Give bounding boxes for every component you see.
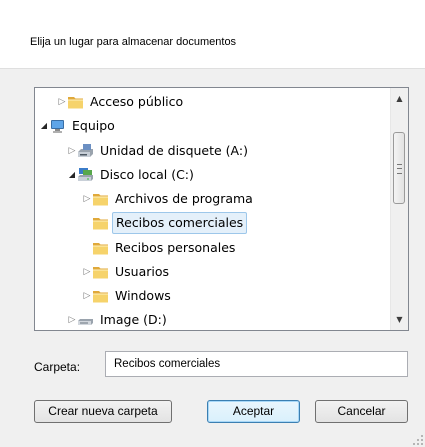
tree-item[interactable]: ▷ Archivos de programa [35,188,391,210]
scroll-up-arrow-icon[interactable]: ▲ [391,90,408,107]
expand-arrow-icon[interactable]: ▷ [67,140,77,162]
floppy-drive-icon [77,143,94,159]
folder-icon [67,94,84,110]
drive-icon [77,312,94,328]
folder-icon [92,264,109,280]
computer-icon [49,118,66,134]
tree-item[interactable]: Recibos personales [35,237,391,259]
folder-icon [92,215,109,231]
tree-item-label: Archivos de programa [115,191,253,206]
vertical-scrollbar[interactable]: ▲ ▼ [390,88,408,330]
local-disk-icon [77,167,94,183]
expanded-arrow-icon[interactable]: ◢ [39,115,49,137]
tree-item[interactable]: ◢ Equipo [35,115,391,137]
resize-grip-icon[interactable] [413,435,423,445]
new-folder-button[interactable]: Crear nueva carpeta [34,400,172,423]
instruction-text: Elija un lugar para almacenar documentos [30,36,237,48]
tree-item-label: Recibos comerciales [112,212,248,234]
expand-arrow-icon[interactable]: ▷ [82,285,92,307]
tree-item-label: Disco local (C:) [100,167,194,182]
scroll-down-arrow-icon[interactable]: ▼ [391,311,408,328]
folder-icon [92,288,109,304]
tree-item[interactable]: ▷ Unidad de disquete (A:) [35,140,391,162]
tree-item[interactable]: Recibos comerciales [35,212,391,234]
folder-icon [92,240,109,256]
tree-item-label: Image (D:) [100,312,167,327]
cancel-button[interactable]: Cancelar [315,400,408,423]
grip-icon [397,164,402,174]
tree-item-label: Windows [115,288,171,303]
folder-tree: ▷ Acceso público ◢ Equipo ▷ Unidad de disquet… [35,88,391,330]
expand-arrow-icon[interactable]: ▷ [57,91,67,113]
tree-item-label: Acceso público [90,94,184,109]
browse-folder-dialog: Elija un lugar para almacenar documentos… [0,0,425,447]
folder-icon [92,191,109,207]
dialog-header: Elija un lugar para almacenar documentos [0,0,425,69]
expand-arrow-icon[interactable]: ▷ [82,261,92,283]
tree-item[interactable]: ▷ Windows [35,285,391,307]
tree-item[interactable]: ▷ Image (D:) [35,309,391,330]
expand-arrow-icon[interactable]: ▷ [67,309,77,330]
ok-button[interactable]: Aceptar [207,400,300,423]
folder-tree-view[interactable]: ▷ Acceso público ◢ Equipo ▷ Unidad de disquet… [34,87,409,331]
tree-item-label: Usuarios [115,264,170,279]
tree-item-label: Recibos personales [115,240,236,255]
scroll-thumb[interactable] [393,132,405,204]
expanded-arrow-icon[interactable]: ◢ [67,164,77,186]
expand-arrow-icon[interactable]: ▷ [82,188,92,210]
tree-item-label: Unidad de disquete (A:) [100,143,248,158]
tree-item[interactable]: ▷ Usuarios [35,261,391,283]
tree-item[interactable]: ◢ Disco local (C:) [35,164,391,186]
tree-item[interactable]: ▷ Acceso público [35,91,391,113]
folder-label: Carpeta: [34,360,81,374]
folder-name-field[interactable]: Recibos comerciales [105,351,408,377]
tree-item-label: Equipo [72,118,115,133]
